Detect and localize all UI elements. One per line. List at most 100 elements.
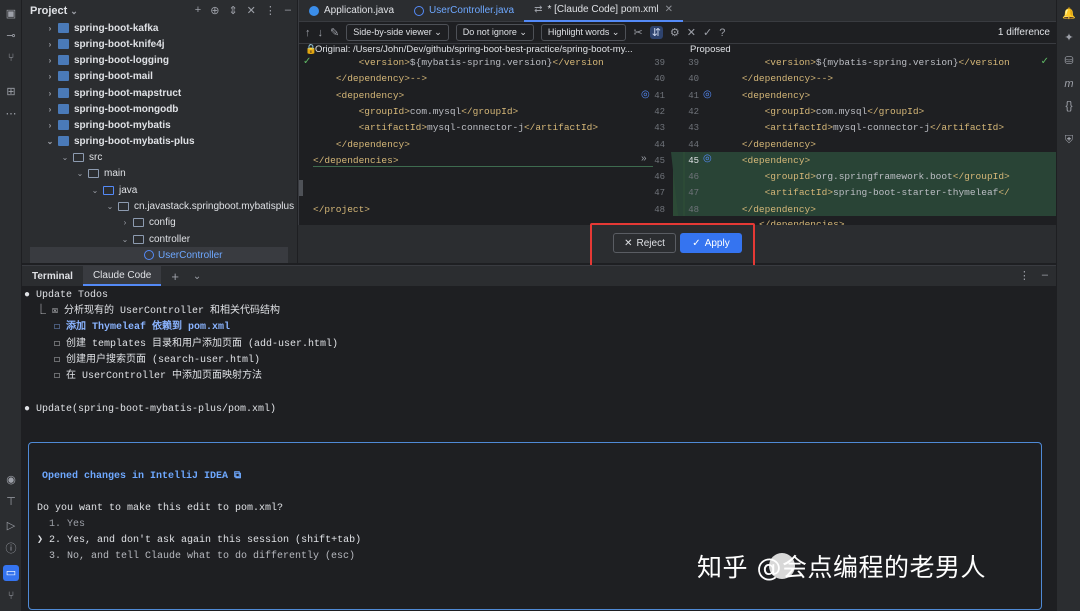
tree-item[interactable]: ⌄ controller [119, 231, 191, 247]
folder-icon [88, 168, 99, 178]
chevron-right-icon[interactable]: › [119, 218, 131, 227]
option-yes-dont-ask[interactable]: ❯ 2. Yes, and don't ask again this sessi… [37, 533, 361, 549]
apply-button[interactable]: ✓ Apply [680, 233, 742, 253]
accept-icon[interactable]: ✓ [703, 26, 712, 39]
tab-claude-code[interactable]: Claude Code [82, 266, 162, 286]
notifications-icon[interactable]: 🔔 [1061, 6, 1077, 22]
build-icon[interactable]: ⊤ [3, 494, 19, 510]
proposed-code-line: <dependency> [741, 154, 811, 166]
chevron-down-icon[interactable]: ⌄ [44, 137, 56, 146]
chevron-right-icon[interactable]: › [44, 105, 56, 114]
help-icon[interactable]: ? [719, 27, 725, 39]
option-yes[interactable]: 1. Yes [37, 517, 85, 533]
database-icon[interactable]: ⛁ [1061, 53, 1077, 69]
permission-prompt: Opened changes in IntelliJ IDEA ⧉ Do you… [28, 442, 1042, 610]
tree-item[interactable]: ⌄ spring-boot-mybatis-plus [44, 133, 195, 149]
chevron-right-icon[interactable]: › [44, 89, 56, 98]
chevron-right-icon[interactable]: › [44, 24, 56, 33]
gutter-marker-icon: ◎ [703, 89, 712, 100]
services-icon[interactable]: ◉ [3, 472, 19, 488]
tree-item[interactable]: › spring-boot-mail [44, 68, 153, 84]
original-code-line: <dependency> [335, 89, 405, 101]
chevron-right-icon[interactable]: › [44, 56, 56, 65]
tab-usercontroller-java[interactable]: UserController.java [404, 0, 524, 22]
tree-item[interactable]: › spring-boot-mybatis [44, 117, 171, 133]
chevron-down-icon[interactable]: ⌄ [119, 235, 131, 244]
class-icon [414, 5, 425, 16]
minimize-icon[interactable]: – [285, 4, 291, 17]
terminal-tabs: Terminal Claude Code + ⌄ [22, 266, 1056, 286]
edit-icon[interactable]: ✎ [330, 26, 339, 39]
add-tab-icon[interactable]: + [161, 266, 189, 286]
line-number: 40 [654, 74, 665, 85]
tree-item[interactable]: › spring-boot-logging [44, 52, 169, 68]
tree-item[interactable]: › spring-boot-knife4j [44, 36, 165, 52]
endpoints-icon[interactable]: {} [1061, 98, 1077, 114]
original-code-line: <version>${mybatis-spring.version}</vers… [358, 57, 604, 68]
chevron-down-icon[interactable]: ⌄ [74, 169, 86, 178]
tree-item[interactable]: › spring-boot-kafka [44, 20, 159, 36]
settings-gear-icon[interactable]: ⚙ [670, 26, 680, 39]
chevron-right-icon[interactable]: › [44, 121, 56, 130]
tab-terminal[interactable]: Terminal [22, 266, 83, 286]
more-tools-icon[interactable]: ⋯ [3, 106, 19, 122]
tree-item[interactable]: › spring-boot-mongodb [44, 101, 179, 117]
highlight-dropdown[interactable]: Highlight words ⌄ [540, 24, 627, 41]
chevron-down-icon[interactable]: ⌄ [59, 153, 71, 162]
chevron-down-icon[interactable]: ⌄ [104, 202, 116, 211]
collapse-icon[interactable]: ⇕ [228, 4, 237, 17]
add-icon[interactable]: + [195, 4, 201, 17]
more-icon[interactable]: ⋮ [1019, 269, 1030, 282]
proposed-code-line: <artifactId>spring-boot-starter-thymelea… [764, 187, 1010, 199]
security-shield-icon[interactable]: ⛨ [1061, 132, 1077, 148]
ignore-dropdown[interactable]: Do not ignore ⌄ [455, 24, 534, 41]
locate-icon[interactable]: ⊕ [210, 4, 219, 17]
chevron-down-icon[interactable]: ⌄ [70, 6, 78, 17]
close-panel-icon[interactable]: ✕ [247, 4, 256, 17]
tree-item[interactable]: ⌄ java [89, 182, 138, 198]
minimize-icon[interactable]: – [1042, 269, 1048, 282]
tree-item-selected[interactable]: UserController [30, 247, 288, 263]
terminal-tool-icon[interactable]: ▭ [3, 565, 19, 581]
proposed-code-line: </dependency> [741, 138, 816, 150]
commit-icon[interactable]: ⊸ [3, 28, 19, 44]
chevron-down-icon[interactable]: ⌄ [89, 186, 101, 195]
reject-button[interactable]: ✕ Reject [613, 233, 676, 253]
more-icon[interactable]: ⋮ [265, 4, 276, 17]
collapse-unchanged-icon[interactable]: ✂ [633, 26, 642, 39]
diff-toolbar: ↑ ↓ ✎ Side-by-side viewer ⌄ Do not ignor… [299, 22, 1056, 44]
check-icon: ✓ [303, 56, 312, 67]
git-icon[interactable]: ⑂ [3, 588, 19, 604]
scroll-handle[interactable] [299, 180, 303, 196]
maven-icon[interactable]: m [1061, 76, 1077, 92]
original-code-line: </dependency>--> [335, 73, 428, 85]
proposed-code-line: </dependency>--> [741, 73, 834, 85]
viewer-dropdown[interactable]: Side-by-side viewer ⌄ [346, 24, 449, 41]
run-icon[interactable]: ▷ [3, 518, 19, 534]
chevron-right-icon[interactable]: › [44, 72, 56, 81]
tree-item[interactable]: ⌄ src [59, 149, 103, 165]
arrow-down-icon[interactable]: ↓ [318, 27, 324, 39]
editor-tabs: Application.java UserController.java ⇄ * … [299, 0, 1056, 22]
left-tool-strip: ▣ ⊸ ⑂ ⊞ ⋯ ◉ ⊤ ▷ ⓘ ▭ ⑂ [0, 0, 22, 611]
chevron-right-icon[interactable]: › [44, 40, 56, 49]
tab-pom-diff[interactable]: ⇄ * [Claude Code] pom.xml ✕ [524, 0, 684, 22]
tree-item[interactable]: › spring-boot-mapstruct [44, 85, 182, 101]
sync-scroll-icon[interactable]: ⇵ [649, 26, 663, 39]
arrow-up-icon[interactable]: ↑ [305, 27, 311, 39]
project-tool-icon[interactable]: ▣ [3, 6, 19, 22]
close-icon[interactable]: ✕ [665, 4, 673, 15]
tree-item[interactable]: ⌄ cn.javastack.springboot.mybatisplus [104, 198, 294, 214]
reject-icon[interactable]: ✕ [687, 26, 696, 39]
option-no[interactable]: 3. No, and tell Claude what to do differ… [37, 549, 355, 565]
tab-application-java[interactable]: Application.java [299, 0, 404, 22]
tree-item[interactable]: ⌄ main [74, 165, 126, 181]
chevron-down-icon[interactable]: ⌄ [189, 266, 205, 286]
structure-icon[interactable]: ⊞ [3, 84, 19, 100]
original-code-line: </project> [313, 203, 371, 215]
problems-icon[interactable]: ⓘ [3, 541, 19, 557]
class-icon [144, 250, 154, 260]
branches-icon[interactable]: ⑂ [3, 50, 19, 66]
tree-item[interactable]: › config [119, 214, 176, 230]
ai-assistant-icon[interactable]: ✦ [1061, 30, 1077, 46]
